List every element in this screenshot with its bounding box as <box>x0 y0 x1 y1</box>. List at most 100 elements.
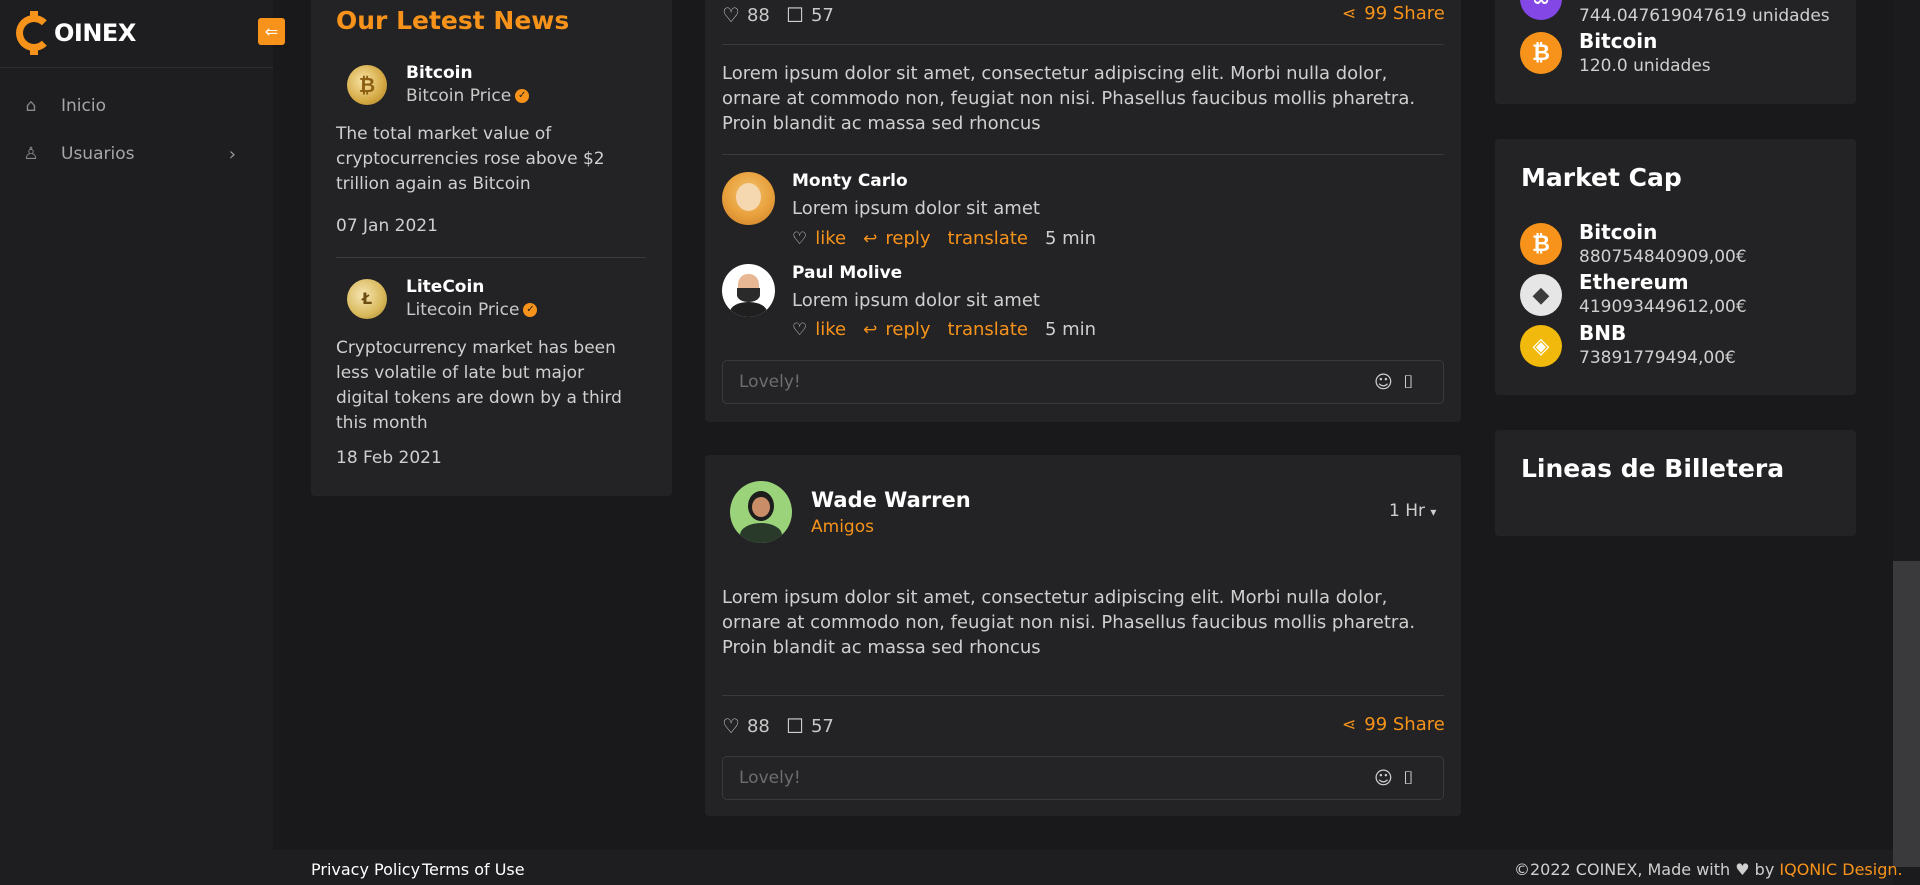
avatar-face <box>752 497 770 517</box>
heart-icon: ♡ <box>792 319 808 340</box>
comment-input[interactable] <box>739 361 1339 403</box>
share-button[interactable]: ⋖ 99 Share <box>1342 3 1445 24</box>
ethereum-coin-icon: ◆ <box>1520 274 1562 316</box>
share-icon: ⋖ <box>1342 714 1357 735</box>
news-item-subtitle: Bitcoin Price ✓ <box>406 86 530 106</box>
news-item-body: The total market value of cryptocurrenci… <box>336 124 605 194</box>
wallet-coin-value: 744.047619047619 unidades <box>1579 6 1830 26</box>
sidebar-collapse-button[interactable]: ⇐ <box>258 18 285 45</box>
brand-name: OINEX <box>54 19 136 47</box>
avatar-body <box>740 523 782 543</box>
comment-icon: ☐ <box>786 714 804 738</box>
sidebar-item-usuarios[interactable]: ♙ Usuarios › <box>20 139 240 169</box>
bitcoin-coin-icon: ₿ <box>1520 32 1562 74</box>
news-item-date: 18 Feb 2021 <box>336 448 442 468</box>
share-icon: ⋖ <box>1342 3 1357 24</box>
comment-time: 5 min <box>1044 319 1097 340</box>
comment-author[interactable]: Monty Carlo <box>792 171 908 191</box>
post-text: Lorem ipsum dolor sit amet, consectetur … <box>722 587 1416 658</box>
comment-input-box: ☺ ⌷ <box>722 756 1444 800</box>
comment-time: 5 min <box>1044 228 1097 249</box>
news-divider <box>336 257 646 258</box>
market-cap-title: Market Cap <box>1521 163 1682 192</box>
bnb-coin-icon: ◈ <box>1520 325 1562 367</box>
post-divider <box>722 154 1444 155</box>
market-coin-value: 880754840909,00€ <box>1579 247 1747 267</box>
translate-button[interactable]: translate <box>948 319 1028 340</box>
reply-button[interactable]: ↩ reply <box>863 319 930 340</box>
iqonic-design-link[interactable]: IQONIC Design. <box>1779 860 1902 879</box>
heart-icon: ♡ <box>722 3 740 27</box>
coinex-logo-icon <box>16 11 52 55</box>
post-author[interactable]: Wade Warren <box>811 488 971 512</box>
news-item-body: Cryptocurrency market has been less vola… <box>336 338 622 433</box>
avatar-face <box>736 183 761 211</box>
privacy-policy-link[interactable]: Privacy Policy <box>311 860 420 879</box>
terms-of-use-link[interactable]: Terms of Use <box>422 860 525 879</box>
comment-actions: ♡ like ↩ reply translate 5 min <box>792 319 1096 340</box>
home-icon: ⌂ <box>25 96 37 116</box>
wallet-coin-name: Bitcoin <box>1579 29 1658 53</box>
comment-text: Lorem ipsum dolor sit amet <box>792 198 1040 219</box>
emoji-icon[interactable]: ☺ <box>1374 768 1393 789</box>
avatar-body <box>730 302 767 317</box>
heart-icon: ♡ <box>722 714 740 738</box>
post-divider <box>722 695 1444 696</box>
emoji-icon[interactable]: ☺ <box>1374 372 1393 393</box>
poster-avatar[interactable] <box>730 481 792 543</box>
avatar[interactable] <box>722 264 775 317</box>
bitcoin-coin-icon: ₿ <box>347 65 387 105</box>
like-button[interactable]: ♡ like <box>792 319 846 340</box>
caret-down-icon: ▾ <box>1430 505 1437 519</box>
comment-input[interactable] <box>739 757 1339 799</box>
scrollbar-thumb[interactable] <box>1893 561 1920 867</box>
market-coin-value: 419093449612,00€ <box>1579 297 1747 317</box>
avatar[interactable] <box>722 172 775 225</box>
sidebar <box>0 0 273 885</box>
user-icon: ♙ <box>23 144 39 164</box>
camera-icon[interactable]: ⌷ <box>1403 372 1414 393</box>
translate-button[interactable]: translate <box>948 228 1028 249</box>
comment-author[interactable]: Paul Molive <box>792 263 902 283</box>
like-button[interactable]: ♡ like <box>792 228 846 249</box>
comment-count[interactable]: ☐ 57 <box>786 714 834 738</box>
verified-icon: ✓ <box>515 89 530 103</box>
bitcoin-coin-icon: ₿ <box>1520 223 1562 265</box>
wallet-lines-title: Lineas de Billetera <box>1521 454 1785 483</box>
heart-icon: ♥ <box>1735 860 1750 879</box>
comment-text: Lorem ipsum dolor sit amet <box>792 290 1040 311</box>
market-coin-name: Ethereum <box>1579 270 1689 294</box>
post-divider <box>722 44 1444 45</box>
verified-icon: ✓ <box>523 303 538 317</box>
news-item-date: 07 Jan 2021 <box>336 216 438 236</box>
comment-input-box: ☺ ⌷ <box>722 360 1444 404</box>
avatar-beard <box>737 288 760 302</box>
comment-actions: ♡ like ↩ reply translate 5 min <box>792 228 1096 249</box>
market-coin-value: 73891779494,00€ <box>1579 348 1736 368</box>
share-button[interactable]: ⋖ 99 Share <box>1342 714 1445 735</box>
news-title: Our Letest News <box>336 6 570 35</box>
post-time-dropdown[interactable]: 1 Hr ▾ <box>1389 501 1436 521</box>
reply-button[interactable]: ↩ reply <box>863 228 930 249</box>
wallet-coin-value: 120.0 unidades <box>1579 56 1711 76</box>
footer-copyright: ©2022 COINEX, Made with ♥ by IQONIC Desi… <box>1514 860 1903 879</box>
sidebar-divider <box>0 67 273 68</box>
brand-logo[interactable]: OINEX <box>16 8 136 58</box>
camera-icon[interactable]: ⌷ <box>1403 768 1414 789</box>
market-coin-name: Bitcoin <box>1579 220 1658 244</box>
arrow-left-icon: ⇐ <box>264 22 279 41</box>
post-audience: Amigos <box>811 517 874 537</box>
news-item-name: LiteCoin <box>406 277 485 297</box>
comment-icon: ☐ <box>786 3 804 27</box>
wallet-lines-card <box>1495 430 1856 536</box>
post-text: Lorem ipsum dolor sit amet, consectetur … <box>722 63 1416 134</box>
like-count[interactable]: ♡ 88 <box>722 3 770 27</box>
news-item-subtitle: Litecoin Price ✓ <box>406 300 538 320</box>
like-count[interactable]: ♡ 88 <box>722 714 770 738</box>
chevron-right-icon: › <box>228 143 236 165</box>
litecoin-coin-icon: Ł <box>347 279 387 319</box>
sidebar-item-label: Inicio <box>61 96 106 116</box>
sidebar-item-inicio[interactable]: ⌂ Inicio <box>20 91 240 121</box>
comment-count[interactable]: ☐ 57 <box>786 3 834 27</box>
market-coin-name: BNB <box>1579 321 1627 345</box>
